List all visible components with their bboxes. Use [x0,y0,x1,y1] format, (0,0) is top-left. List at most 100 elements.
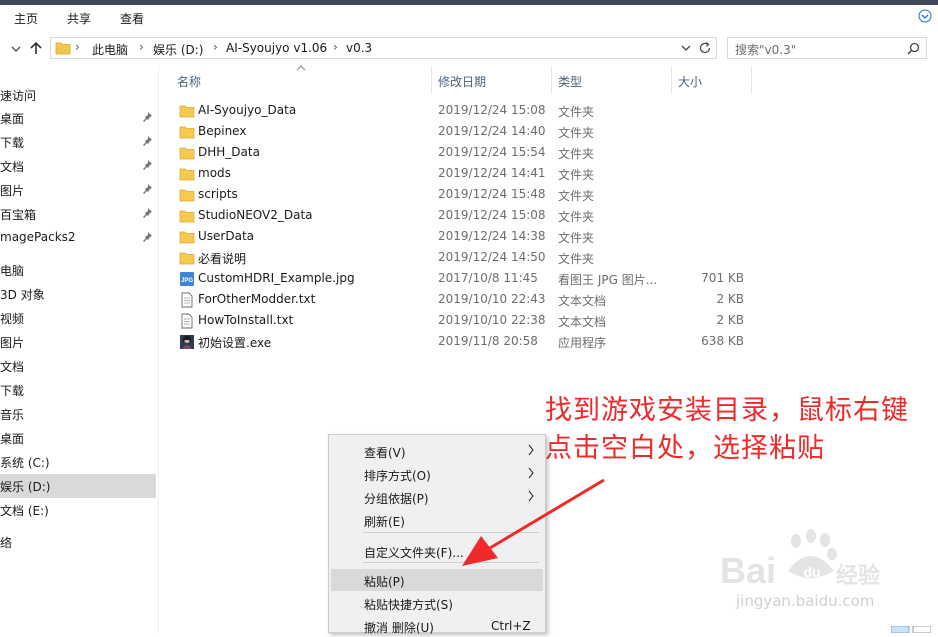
context-menu-item[interactable]: 刷新(E) [331,509,543,531]
file-row[interactable]: Bepinex 2019/12/24 14:40 文件夹 [172,121,762,142]
sidebar-item[interactable]: 文档 [0,154,156,178]
file-date: 2019/12/24 15:08 [438,208,546,222]
sidebar-item[interactable]: 3D 对象 [0,282,156,306]
sidebar-item[interactable]: 视频 [0,306,156,330]
breadcrumb-this-pc[interactable]: 此电脑 [92,41,128,58]
file-type: 文件夹 [558,168,595,182]
file-name: HowToInstall.txt [198,313,294,327]
ribbon-expand-chevron-icon[interactable] [918,9,932,23]
column-header-type[interactable]: 类型 [552,66,670,94]
annotation-line-2: 点击空白处，选择粘贴 [545,433,825,464]
view-mode-icon[interactable] [891,626,931,633]
file-size: 701 KB [701,271,744,285]
context-menu-item[interactable]: 查看(V) [331,440,543,462]
folder-icon [179,168,195,181]
context-menu-item[interactable]: 撤消 删除(U) Ctrl+Z [331,615,543,637]
sidebar-item-label: 下载 [0,384,25,398]
address-dropdown-chevron-icon[interactable] [680,42,692,54]
file-row[interactable]: StudioNEOV2_Data 2019/12/24 15:08 文件夹 [172,205,762,226]
file-row[interactable]: UserData 2019/12/24 14:38 文件夹 [172,226,762,247]
context-menu-item-label: 粘贴快捷方式(S) [364,598,453,612]
sidebar-item[interactable]: 系统 (C:) [0,450,156,474]
ribbon-tab-share[interactable]: 共享 [67,10,91,27]
sidebar-item-label: 音乐 [0,408,25,422]
file-row[interactable]: AI-Syoujyo_Data 2019/12/24 15:08 文件夹 [172,100,762,121]
file-date: 2019/11/8 20:58 [438,334,538,348]
context-menu-item[interactable]: 粘贴(P) [331,569,543,591]
sidebar-item[interactable]: 文档 (E:) [0,498,156,522]
pin-icon[interactable] [141,159,153,171]
file-row[interactable]: HowToInstall.txt 2019/10/10 22:38 文本文档 2 KB [172,310,762,331]
file-date: 2019/12/24 14:50 [438,250,546,264]
sidebar-item[interactable]: 娱乐 (D:) [0,474,156,498]
column-header-date[interactable]: 修改日期 [432,66,550,94]
file-type: 文件夹 [558,147,595,161]
file-row[interactable]: DHH_Data 2019/12/24 15:54 文件夹 [172,142,762,163]
breadcrumb-v03[interactable]: v0.3 [346,41,372,55]
sidebar-item[interactable]: 电脑 [0,258,156,282]
file-date: 2019/12/24 15:54 [438,145,546,159]
context-menu-item[interactable]: 粘贴快捷方式(S) [331,592,543,614]
ribbon-tab-view[interactable]: 查看 [120,10,144,27]
search-input[interactable]: 搜索"v0.3" [735,41,796,58]
file-row[interactable]: mods 2019/12/24 14:41 文件夹 [172,163,762,184]
sidebar-item[interactable]: 下载 [0,378,156,402]
sidebar-item[interactable]: 桌面 [0,426,156,450]
file-date: 2019/12/24 14:40 [438,124,546,138]
pin-icon[interactable] [141,207,153,219]
sidebar-item[interactable]: 图片 [0,330,156,354]
sidebar-item[interactable]: 文档 [0,354,156,378]
up-arrow-icon[interactable] [27,39,45,57]
file-row[interactable]: ForOtherModder.txt 2019/10/10 22:43 文本文档 2 … [172,289,762,310]
file-date: 2019/10/10 22:38 [438,313,546,327]
svg-text:JPG: JPG [181,278,193,284]
search-icon[interactable] [907,42,920,55]
column-header-size[interactable]: 大小 [672,66,752,94]
sidebar-item[interactable]: magePacks2 [0,226,156,250]
file-type: 应用程序 [558,336,607,350]
file-row[interactable]: scripts 2019/12/24 15:48 文件夹 [172,184,762,205]
breadcrumb-drive-d[interactable]: 娱乐 (D:) [153,41,203,58]
recent-locations-chevron-icon[interactable] [7,40,25,58]
refresh-icon[interactable] [698,41,712,55]
file-row[interactable]: 初始设置.exe 2019/11/8 20:58 应用程序 638 KB [172,331,762,352]
folder-icon [179,210,195,223]
context-menu-item[interactable]: 自定义文件夹(F)... [331,540,543,562]
file-name: Bepinex [198,124,247,138]
sidebar-item-label: 桌面 [0,432,25,446]
context-menu: 查看(V) 排序方式(O) 分组依据(P) 刷新(E) 自定义文件夹(F)... 粘贴(P… [328,434,546,635]
search-box[interactable]: 搜索"v0.3" [727,37,927,59]
file-row[interactable]: JPG CustomHDRI_Example.jpg 2017/10/8 11:45… [172,268,762,289]
pin-icon[interactable] [141,111,153,123]
file-type: 文件夹 [558,105,595,119]
sidebar-item[interactable]: 桌面 [0,106,156,130]
sidebar-item[interactable]: 速访问 [0,83,156,107]
file-name: StudioNEOV2_Data [198,208,313,222]
file-type: 文件夹 [558,252,595,266]
file-name: 初始设置.exe [198,336,272,350]
sidebar-item[interactable]: 络 [0,530,156,554]
sidebar-item[interactable]: 百宝箱 [0,202,156,226]
column-header-name[interactable]: 名称 [172,66,431,94]
context-menu-item[interactable]: 排序方式(O) [331,463,543,485]
pin-icon[interactable] [141,183,153,195]
sidebar-item[interactable]: 音乐 [0,402,156,426]
sidebar-item[interactable]: 下载 [0,130,156,154]
pin-icon[interactable] [141,135,153,147]
svg-text:du: du [803,564,820,580]
context-menu-item-label: 撤消 删除(U) [364,621,434,635]
file-type: 文本文档 [558,315,607,329]
pin-icon[interactable] [141,231,153,243]
file-row[interactable]: 必看说明 2019/12/24 14:50 文件夹 [172,247,762,268]
ribbon: 主页 共享 查看 [0,5,938,32]
file-type: 文件夹 [558,126,595,140]
breadcrumb-ai-syoujyo[interactable]: AI-Syoujyo v1.06 [226,41,327,55]
file-size: 2 KB [716,313,744,327]
folder-icon [179,252,195,265]
sidebar-item[interactable]: 图片 [0,178,156,202]
address-bar[interactable]: › 此电脑 › 娱乐 (D:) › AI-Syoujyo v1.06 › v0.… [50,37,717,59]
context-menu-item[interactable]: 分组依据(P) [331,486,543,508]
sidebar-item-label: 视频 [0,312,25,326]
column-divider[interactable] [751,66,752,94]
ribbon-tab-home[interactable]: 主页 [14,10,38,27]
